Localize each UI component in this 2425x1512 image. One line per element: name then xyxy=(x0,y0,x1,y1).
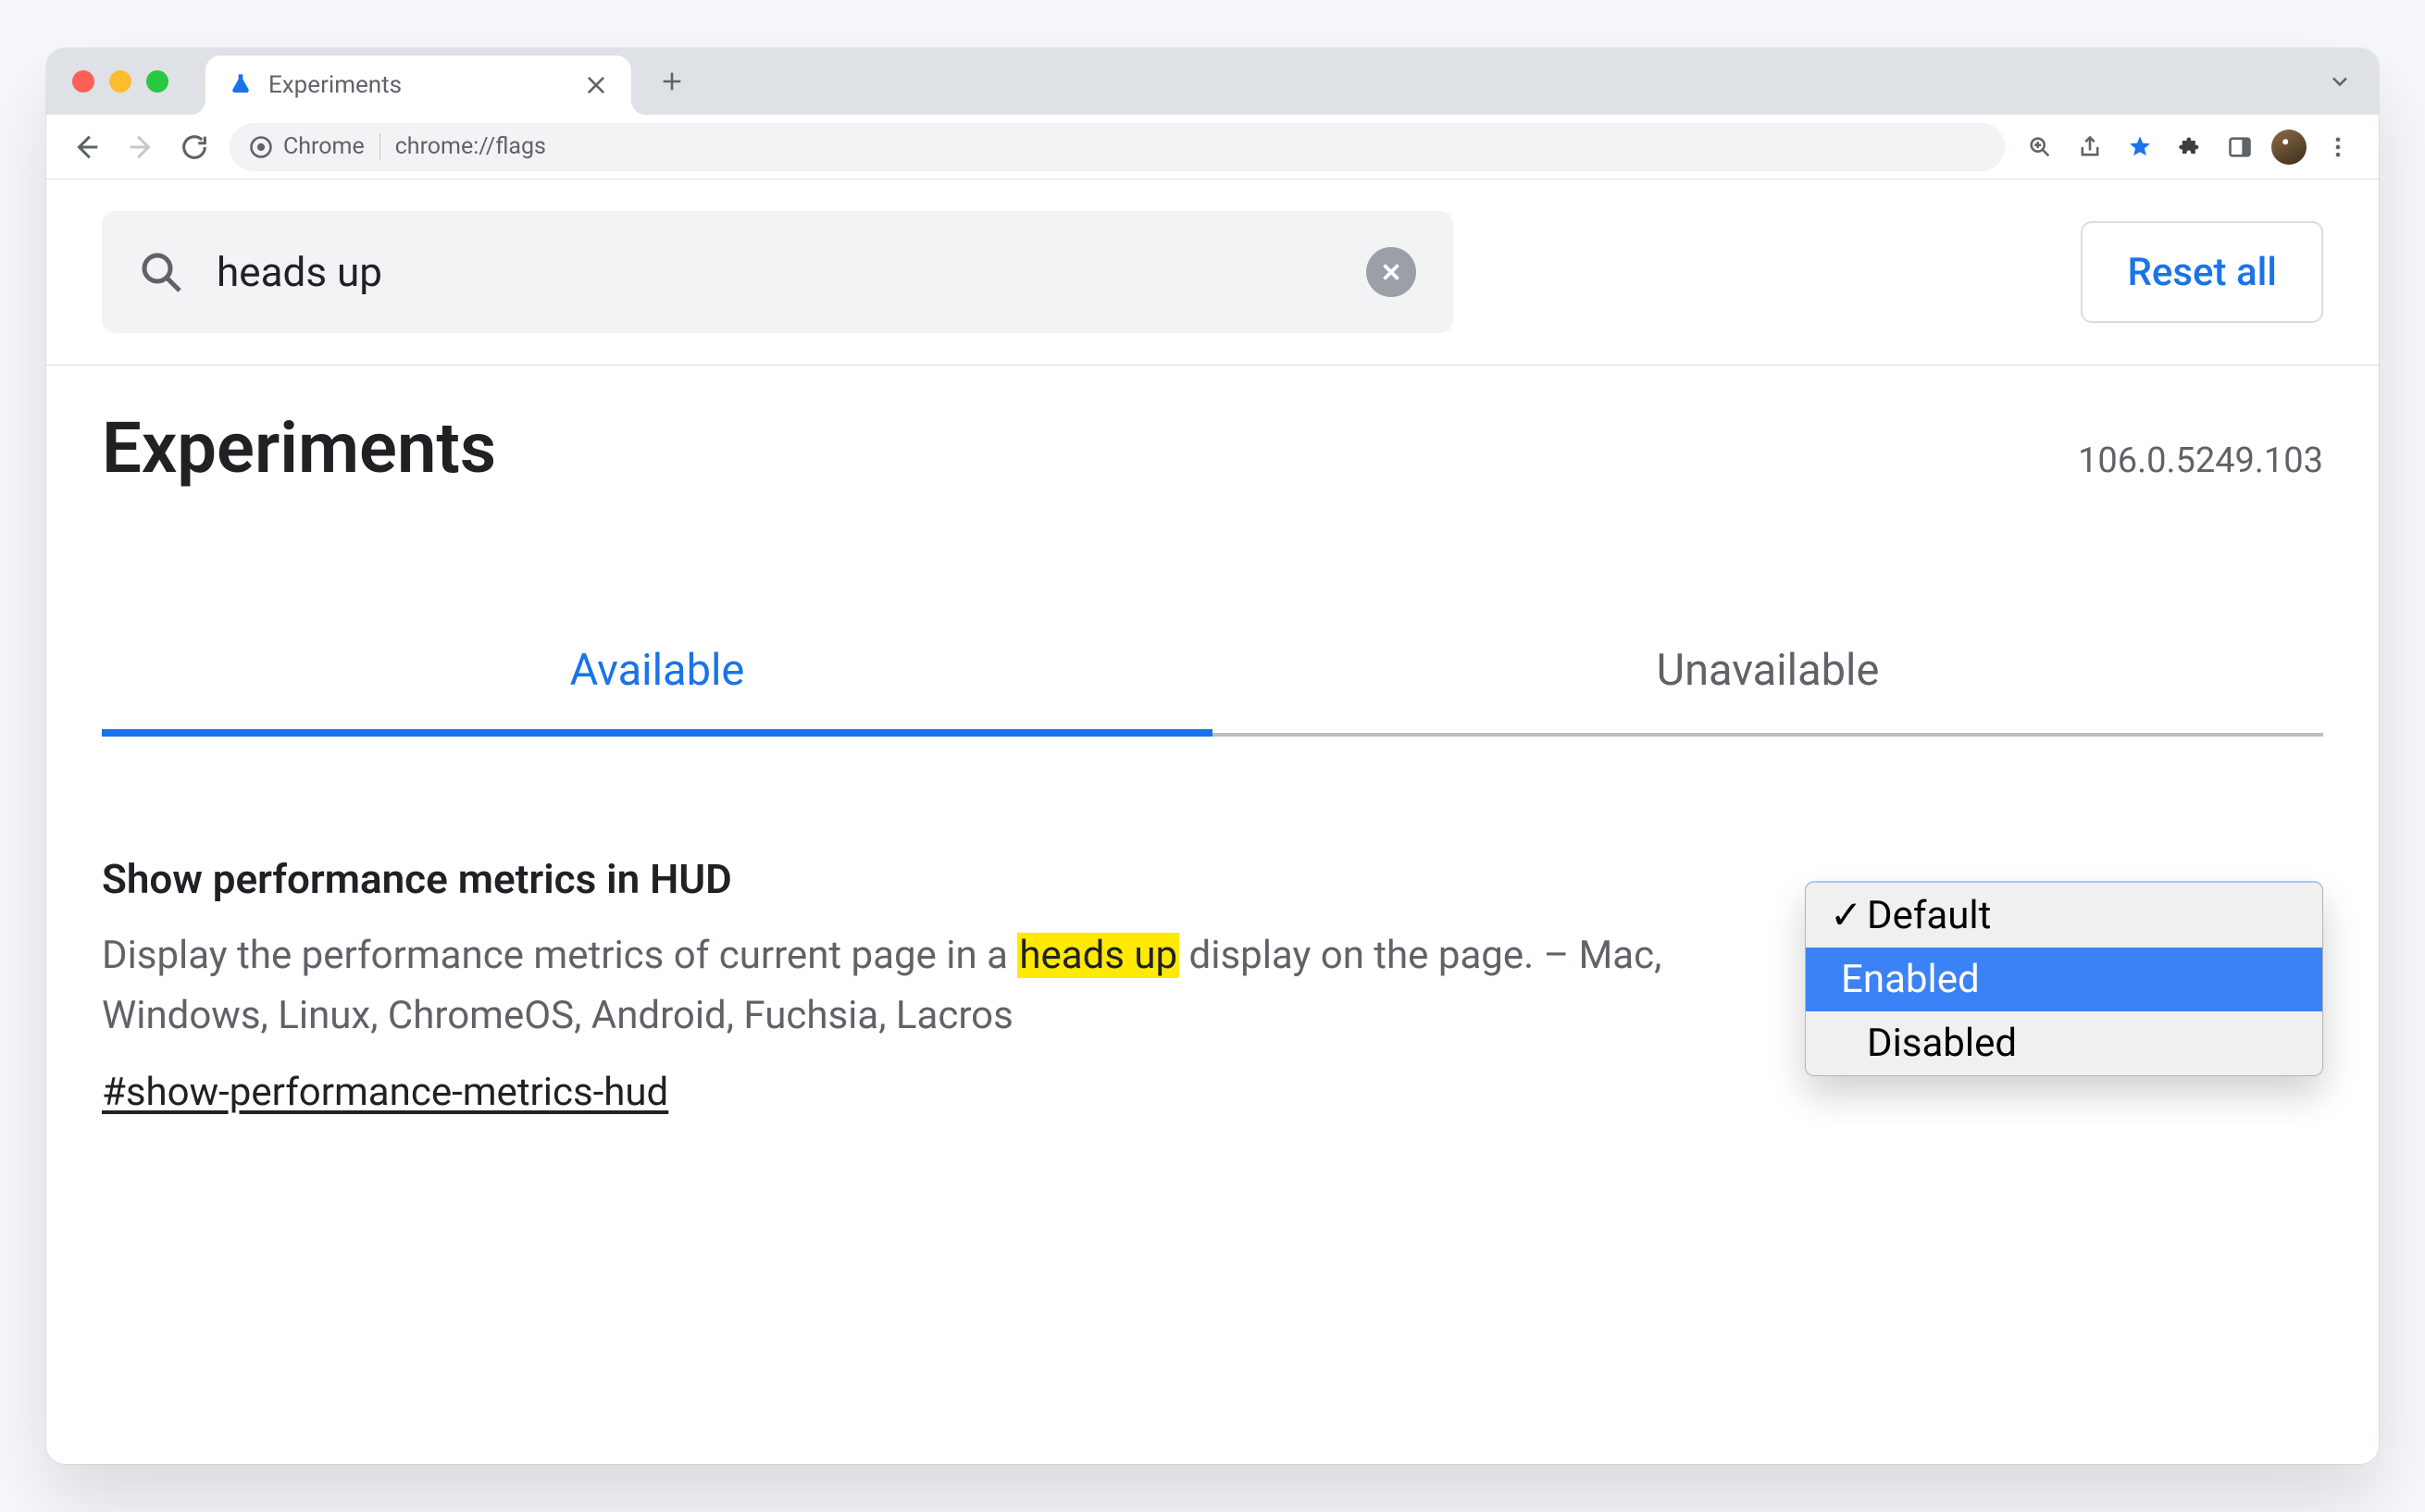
page-title: Experiments xyxy=(102,406,496,490)
flag-title: Show performance metrics in HUD xyxy=(102,848,1675,911)
dropdown-option-enabled[interactable]: Enabled xyxy=(1806,948,2322,1011)
bookmark-icon[interactable] xyxy=(2121,129,2158,166)
back-button[interactable] xyxy=(68,129,106,166)
sidepanel-icon[interactable] xyxy=(2221,129,2258,166)
profile-avatar[interactable] xyxy=(2271,130,2307,165)
tab-close-button[interactable] xyxy=(583,72,609,98)
window-traffic-lights xyxy=(72,48,168,115)
page-content: Reset all Experiments 106.0.5249.103 Ava… xyxy=(46,180,2379,1464)
reload-button[interactable] xyxy=(176,129,213,166)
tab-title: Experiments xyxy=(268,71,402,99)
page-header: Experiments 106.0.5249.103 xyxy=(102,406,2323,490)
window-close-button[interactable] xyxy=(72,70,94,93)
kebab-menu-icon[interactable] xyxy=(2319,129,2357,166)
forward-button[interactable] xyxy=(122,129,159,166)
flag-anchor-link[interactable]: #show-performance-metrics-hud xyxy=(102,1062,668,1122)
dropdown-option-disabled[interactable]: Disabled xyxy=(1806,1011,2322,1075)
zoom-icon[interactable] xyxy=(2021,129,2058,166)
new-tab-button[interactable] xyxy=(650,59,694,104)
flag-desc-highlight: heads up xyxy=(1017,933,1179,978)
title-bar: Experiments xyxy=(46,48,2379,115)
reset-all-label: Reset all xyxy=(2127,250,2277,295)
browser-tab[interactable]: Experiments xyxy=(205,56,631,115)
window-maximize-button[interactable] xyxy=(146,70,168,93)
flag-desc-before: Display the performance metrics of curre… xyxy=(102,933,1017,978)
omnibox-chip-label: Chrome xyxy=(283,133,365,160)
search-bar-row: Reset all xyxy=(46,180,2379,366)
toolbar-right xyxy=(2021,129,2357,166)
clear-search-button[interactable] xyxy=(1366,247,1416,297)
browser-window: Experiments Chrome chrome://flags xyxy=(46,48,2379,1464)
omnibox-url: chrome://flags xyxy=(395,133,546,160)
chrome-version: 106.0.5249.103 xyxy=(2078,440,2323,481)
browser-toolbar: Chrome chrome://flags xyxy=(46,115,2379,180)
tab-unavailable[interactable]: Unavailable xyxy=(1212,619,2323,737)
search-icon xyxy=(139,250,183,294)
extensions-icon[interactable] xyxy=(2171,129,2208,166)
flask-icon xyxy=(228,72,254,98)
share-icon[interactable] xyxy=(2071,129,2108,166)
flag-search-box[interactable] xyxy=(102,211,1453,333)
check-icon: ✓ xyxy=(1830,892,1856,938)
address-bar[interactable]: Chrome chrome://flags xyxy=(230,123,2005,171)
tab-overflow-button[interactable] xyxy=(2327,68,2353,94)
chrome-icon xyxy=(248,134,274,160)
flag-item: Show performance metrics in HUD Display … xyxy=(102,848,2323,1122)
reset-all-button[interactable]: Reset all xyxy=(2081,221,2323,323)
tab-available[interactable]: Available xyxy=(102,619,1212,737)
omnibox-site-chip: Chrome xyxy=(248,133,380,160)
flag-state-dropdown[interactable]: ✓ Default Enabled Disabled xyxy=(1805,881,2323,1076)
flag-search-input[interactable] xyxy=(215,247,1335,297)
flag-description: Show performance metrics in HUD Display … xyxy=(102,848,1675,1122)
dropdown-option-default[interactable]: ✓ Default xyxy=(1806,883,2322,948)
tab-bar: Available Unavailable xyxy=(102,619,2323,737)
window-minimize-button[interactable] xyxy=(109,70,131,93)
